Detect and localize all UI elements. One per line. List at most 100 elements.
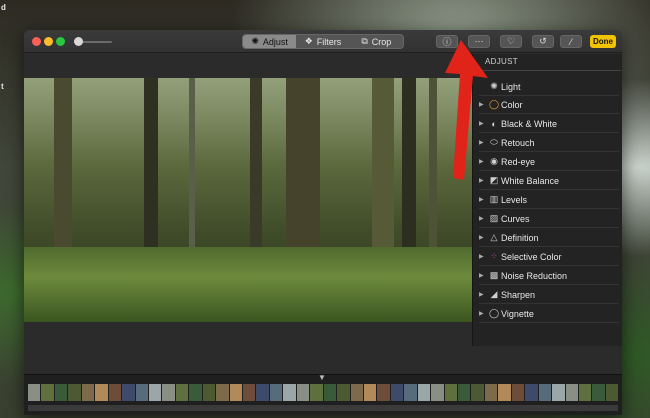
adjust-item-levels[interactable]: ▶ ▥ Levels	[479, 191, 619, 209]
close-button[interactable]	[32, 37, 41, 46]
filmstrip-thumbnail[interactable]	[565, 384, 578, 401]
adjust-item-sharpen[interactable]: ▶ ◢ Sharpen	[479, 286, 619, 304]
adjust-item-label: White Balance	[501, 175, 560, 186]
filmstrip-thumbnail[interactable]	[81, 384, 95, 401]
adjust-item-selective-color[interactable]: ▶ ⁘ Selective Color	[479, 248, 619, 266]
filmstrip-thumbnail[interactable]	[95, 384, 108, 401]
filmstrip-thumbnail[interactable]	[323, 384, 337, 401]
filmstrip-thumbnail[interactable]	[605, 384, 618, 401]
filmstrip-thumbnail[interactable]	[578, 384, 592, 401]
photo	[24, 78, 472, 322]
disclosure-icon: ▶	[479, 121, 484, 127]
filmstrip-thumbnail[interactable]	[310, 384, 323, 401]
adjust-item-label: Color	[501, 99, 523, 110]
filmstrip-thumbnail[interactable]	[202, 384, 216, 401]
filmstrip-thumbnail[interactable]	[108, 384, 122, 401]
desktop-label: t	[1, 82, 4, 91]
filmstrip-thumbnail[interactable]	[390, 384, 404, 401]
levels-icon: ▥	[489, 194, 499, 204]
filmstrip-thumbnail[interactable]	[363, 384, 377, 401]
tab-label: Adjust	[262, 36, 288, 47]
favorite-button[interactable]: ♡	[500, 35, 522, 48]
adjust-item-label: Definition	[501, 232, 539, 243]
filmstrip-thumbnail[interactable]	[162, 384, 175, 401]
bandage-icon: ⬭	[490, 137, 498, 147]
sharpen-icon: ◢	[490, 289, 498, 299]
adjust-item-curves[interactable]: ▶ ▨ Curves	[479, 210, 619, 228]
adjust-item-light[interactable]: ✺ Light	[479, 78, 619, 96]
filmstrip-thumbnail[interactable]	[525, 384, 538, 401]
adjust-item-retouch[interactable]: ▶ ⬭ Retouch	[479, 134, 619, 152]
filmstrip-toggle-icon[interactable]: ▼	[318, 373, 326, 382]
filmstrip-thumbnail[interactable]	[296, 384, 310, 401]
filmstrip-thumbnail[interactable]	[538, 384, 552, 401]
filmstrip-thumbnail[interactable]	[471, 384, 484, 401]
filmstrip-thumbnail[interactable]	[350, 384, 363, 401]
disclosure-icon: ▶	[479, 102, 484, 108]
adjust-item-red-eye[interactable]: ▶ ◉ Red-eye	[479, 153, 619, 171]
filmstrip-scrollbar[interactable]	[28, 405, 618, 411]
done-button[interactable]: Done	[590, 35, 616, 48]
filmstrip-thumbnail[interactable]	[337, 384, 350, 401]
filmstrip-thumbnail[interactable]	[552, 384, 565, 401]
disclosure-icon: ▶	[479, 159, 484, 165]
disclosure-icon: ▶	[479, 235, 484, 241]
filmstrip-thumbnail[interactable]	[511, 384, 525, 401]
filmstrip-thumbnail[interactable]	[229, 384, 242, 401]
filmstrip-thumbnail[interactable]	[498, 384, 511, 401]
filmstrip-thumbnail[interactable]	[175, 384, 189, 401]
circle-icon: ◯	[488, 99, 500, 109]
adjust-item-definition[interactable]: ▶ △ Definition	[479, 229, 619, 247]
adjust-item-white-balance[interactable]: ▶ ◩ White Balance	[479, 172, 619, 190]
disclosure-icon: ▶	[479, 292, 484, 298]
zoom-slider-knob[interactable]	[74, 37, 83, 46]
filmstrip-thumbnail[interactable]	[54, 384, 68, 401]
filmstrip-thumbnail[interactable]	[458, 384, 471, 401]
tab-adjust[interactable]: ✺ Adjust	[243, 35, 297, 48]
maximize-button[interactable]	[56, 37, 65, 46]
filmstrip-thumbnail[interactable]	[148, 384, 162, 401]
filmstrip-thumbnail[interactable]	[377, 384, 390, 401]
sun-icon: ✺	[490, 81, 498, 91]
minimize-button[interactable]	[44, 37, 53, 46]
filmstrip-thumbnail[interactable]	[431, 384, 444, 401]
adjust-item-label: Light	[501, 81, 521, 92]
filmstrip[interactable]: ▼	[24, 373, 622, 415]
disclosure-icon: ▶	[479, 178, 484, 184]
eye-icon: ◉	[490, 156, 498, 166]
tab-filters[interactable]: ❖ Filters	[296, 35, 349, 48]
filmstrip-thumbnail[interactable]	[243, 384, 256, 401]
more-button[interactable]: ⋯	[468, 35, 490, 48]
filmstrip-thumbnail[interactable]	[444, 384, 457, 401]
info-button[interactable]: ⓘ	[436, 35, 458, 48]
filmstrip-thumbnail[interactable]	[256, 384, 269, 401]
filmstrip-thumbnail[interactable]	[417, 384, 431, 401]
filmstrip-thumbnail[interactable]	[28, 384, 41, 401]
filmstrip-thumbnail[interactable]	[592, 384, 605, 401]
disclosure-icon: ▶	[479, 197, 484, 203]
adjust-item-noise-reduction[interactable]: ▶ ▩ Noise Reduction	[479, 267, 619, 285]
adjust-item-color[interactable]: ▶ ◯ Color	[479, 96, 619, 114]
tab-crop[interactable]: ⧉ Crop	[350, 35, 403, 48]
filmstrip-thumbnail[interactable]	[269, 384, 283, 401]
half-circle-icon: ◐	[491, 118, 497, 129]
filmstrip-thumbnail[interactable]	[189, 384, 202, 401]
rotate-button[interactable]: ↺	[532, 35, 554, 48]
filmstrip-thumbnail[interactable]	[135, 384, 148, 401]
filmstrip-thumbnail[interactable]	[68, 384, 81, 401]
color-dots-icon: ⁘	[490, 251, 498, 261]
filmstrip-thumbnail[interactable]	[484, 384, 498, 401]
disclosure-icon: ▶	[479, 273, 484, 279]
adjust-item-vignette[interactable]: ▶ ◯ Vignette	[479, 305, 619, 323]
filmstrip-thumbnail[interactable]	[216, 384, 229, 401]
more-icon: ⋯	[474, 36, 484, 46]
filmstrip-thumbnail[interactable]	[404, 384, 417, 401]
filmstrip-thumbnail[interactable]	[122, 384, 135, 401]
edit-mode-tabs: ✺ Adjust ❖ Filters ⧉ Crop	[242, 34, 404, 49]
adjust-item-label: Noise Reduction	[501, 270, 568, 281]
auto-enhance-button[interactable]: ⁄	[560, 35, 582, 48]
filmstrip-thumbnail[interactable]	[283, 384, 296, 401]
info-icon: ⓘ	[442, 37, 452, 47]
filmstrip-thumbnail[interactable]	[41, 384, 54, 401]
adjust-item-black-white[interactable]: ▶ ◐ Black & White	[479, 115, 619, 133]
